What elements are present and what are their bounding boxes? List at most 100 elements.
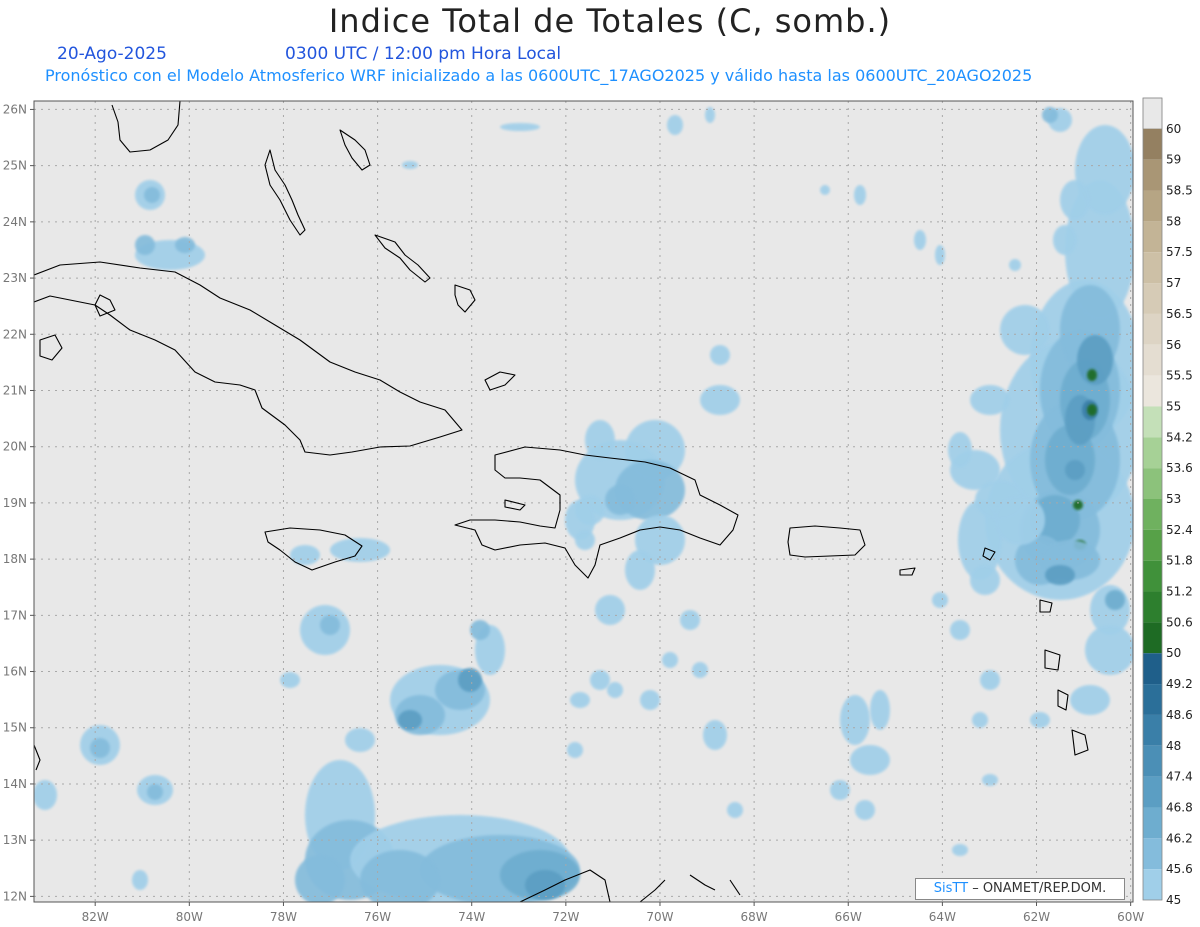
legend-label: 48.6 [1166,708,1193,722]
legend-cell [1143,529,1162,561]
shading-cell [854,185,866,205]
longitude-labels: 82W 80W 78W 76W 74W 72W 70W 68W 66W 64W 62W 60W [82,902,1144,924]
legend-label: 51.8 [1166,554,1193,568]
legend-label: 57 [1166,276,1181,290]
shading-cell [980,670,1000,690]
shading-cell [680,610,700,630]
legend-label: 54.2 [1166,430,1193,444]
shading-cell [700,385,740,415]
shading-cell [727,802,743,818]
lat-label: 12N [3,889,27,903]
legend-cell [1143,653,1162,685]
shading-cell [970,385,1010,415]
shading-cell [1073,500,1083,510]
lat-label: 24N [3,215,27,229]
lat-label: 19N [3,496,27,510]
legend-cell [1143,128,1162,160]
lon-label: 68W [741,910,768,924]
legend-label: 58 [1166,214,1181,228]
latitude-labels: 26N 25N 24N 23N 22N 21N 20N 19N 18N 17N 16N 15N 14N 1… [3,102,34,903]
shading-cell [595,595,625,625]
legend-label: 58.5 [1166,184,1193,198]
shading-cell [970,565,1000,595]
shading-cell [692,662,708,678]
legend-label: 48 [1166,739,1181,753]
shading-cell [1053,225,1077,255]
legend-label: 52.4 [1166,523,1193,537]
legend-cell [1143,591,1162,623]
shading-cell [982,774,998,786]
lon-label: 62W [1023,910,1050,924]
shading-cell [295,855,345,902]
shading-cell [667,115,683,135]
shading-cell [1009,259,1021,271]
sistt-logo: SisTT [933,881,969,896]
legend-cell [1143,869,1162,900]
shading-cell [950,620,970,640]
legend-cell [1143,745,1162,777]
shading-cell [932,592,948,608]
lon-label: 74W [458,910,485,924]
lon-label: 80W [176,910,203,924]
shading-cell [360,850,440,902]
credit-org: – ONAMET/REP.DOM. [968,881,1107,896]
lat-label: 23N [3,271,27,285]
shading-cell [144,187,160,203]
legend-cell [1143,283,1162,314]
shading-cell [34,780,57,810]
shading-cell [703,720,727,750]
shading-cell [1085,625,1133,675]
credit-box: SisTT – ONAMET/REP.DOM. [915,878,1125,900]
shading-cell [914,230,926,250]
shading-cell [525,870,565,900]
lat-label: 22N [3,327,27,341]
shading-cell [320,615,340,635]
lat-label: 21N [3,383,27,397]
shading-cell [345,728,375,752]
legend-cell [1143,344,1162,376]
shading-cell [850,745,890,775]
shading-cell [995,495,1045,545]
lat-label: 15N [3,721,27,735]
shading-cell [585,420,615,460]
legend-cell [1143,622,1162,654]
shading-cell [1070,685,1110,715]
shading-cell [570,692,590,708]
shading-cell [1060,180,1090,220]
legend-label: 59 [1166,153,1181,167]
legend-cell [1143,838,1162,870]
shading-cell [948,432,972,468]
shading-cell [135,235,155,255]
lon-label: 70W [646,910,673,924]
color-legend: 60 59 58.5 58 57.5 57 56.5 56 55.5 55 54.2 53.6 53 52… [1142,97,1193,907]
shading-cell [398,710,422,730]
lon-label: 76W [364,910,391,924]
legend-label: 56 [1166,338,1181,352]
shading-cell [1045,565,1075,585]
shading-cell [1087,404,1097,416]
legend-label: 57.5 [1166,245,1193,259]
shading-cell [710,345,730,365]
shading-cell [280,672,300,688]
lat-label: 14N [3,777,27,791]
legend-cell [1143,776,1162,808]
shading-cell [870,690,890,730]
legend-cell [1143,190,1162,222]
shading-cell [1105,590,1125,610]
legend-cell [1143,313,1162,345]
legend-cell [1143,406,1162,438]
legend-label: 46.2 [1166,831,1193,845]
legend-cell [1143,221,1162,253]
shading-cell [1030,712,1050,728]
legend-label: 50.6 [1166,615,1193,629]
shading-cell [147,784,163,800]
legend-label: 55 [1166,399,1181,413]
shading-cell [640,690,660,710]
shading-cell [625,550,655,590]
shading-cell [662,652,678,668]
legend-label: 56.5 [1166,307,1193,321]
shading-cell [470,620,490,640]
legend-label: 47.4 [1166,770,1193,784]
legend-label: 60 [1166,122,1181,136]
lon-label: 66W [835,910,862,924]
